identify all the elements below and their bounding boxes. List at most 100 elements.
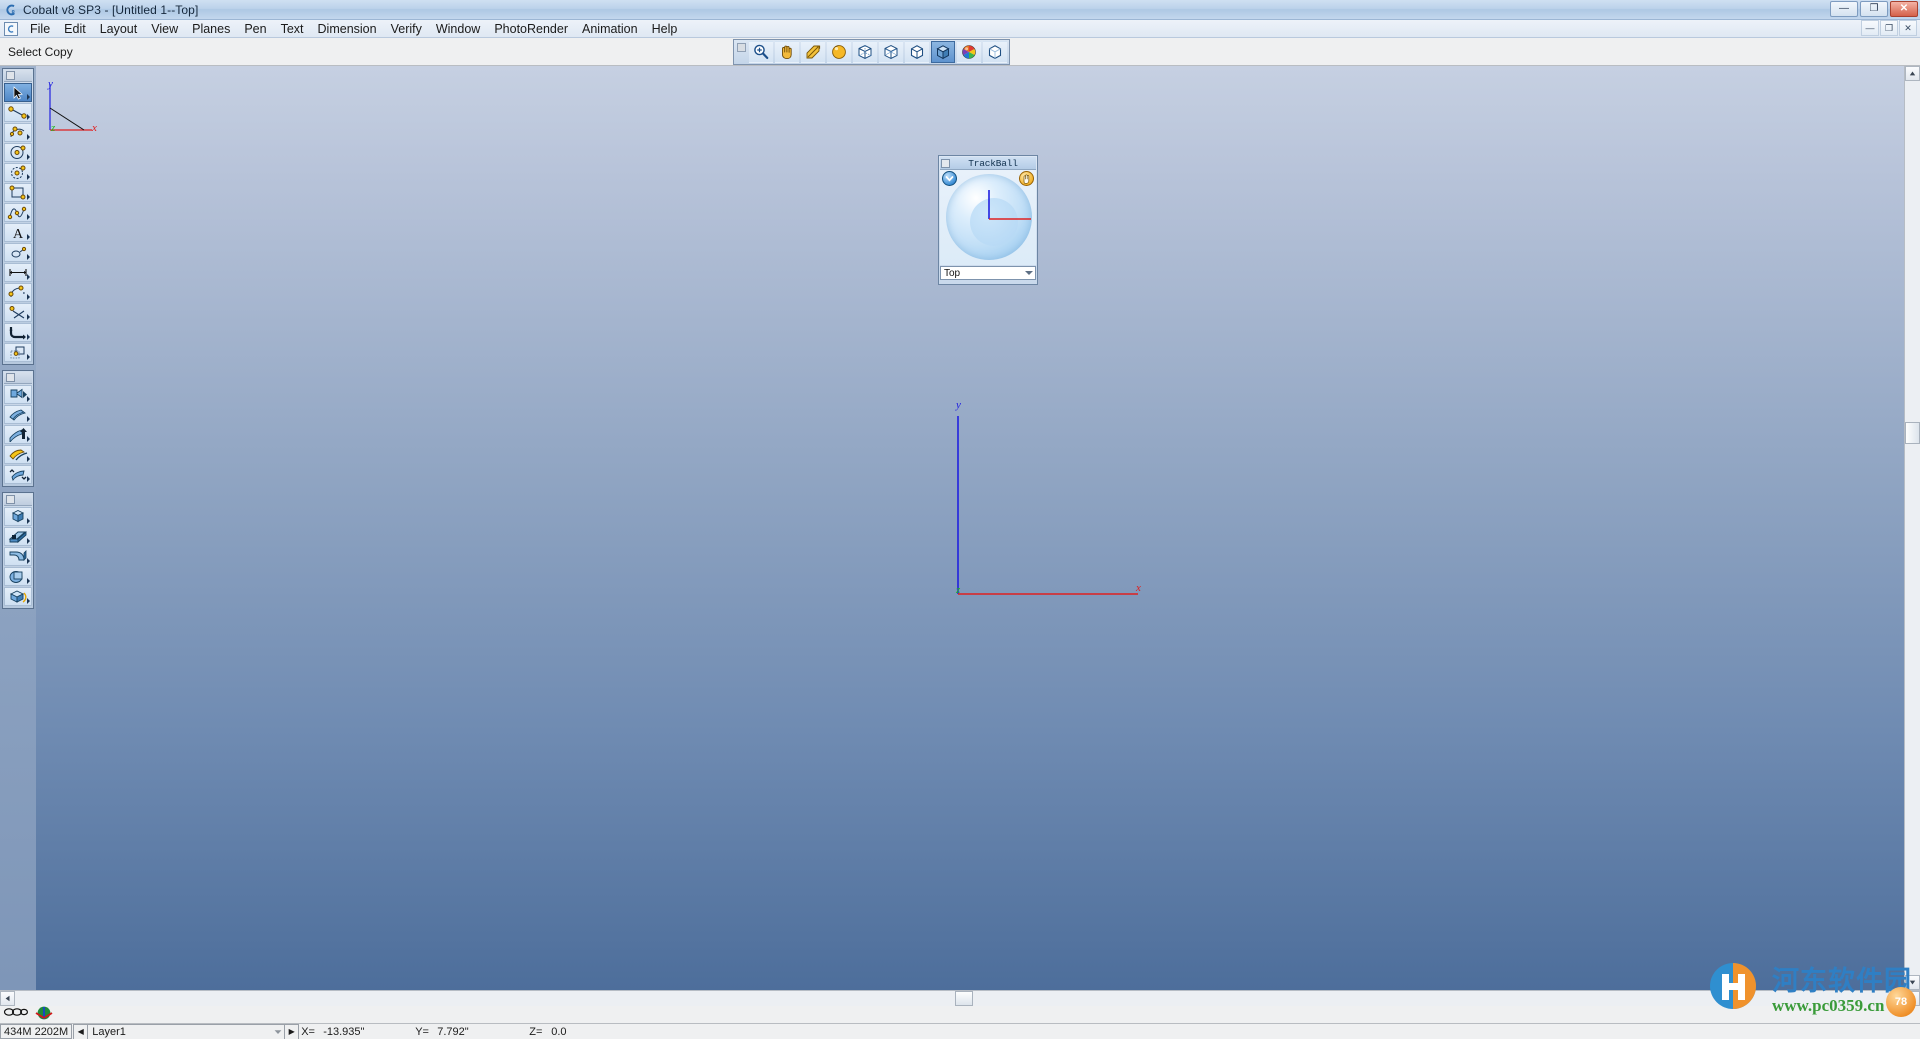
shell-solid-tool[interactable]: [4, 567, 32, 586]
select-tool[interactable]: [4, 83, 32, 102]
extrude-surface-tool[interactable]: [4, 385, 32, 404]
horizontal-scrollbar[interactable]: [0, 990, 1920, 1006]
smooth-shade-view-button[interactable]: [931, 41, 955, 63]
fillet-solid-tool[interactable]: [4, 547, 32, 566]
wireframe-view-button[interactable]: [853, 41, 877, 63]
dimension-tool[interactable]: [4, 263, 32, 282]
arrow-cursor-icon: [10, 85, 26, 100]
close-button[interactable]: ✕: [1890, 1, 1918, 17]
minimize-button[interactable]: —: [1830, 1, 1858, 17]
layer-previous-button[interactable]: ◀: [74, 1025, 88, 1039]
rectangle-tool[interactable]: [4, 183, 32, 202]
world-x-label: x: [1136, 582, 1141, 594]
restore-button[interactable]: ❐: [1860, 1, 1888, 17]
horizontal-scroll-thumb[interactable]: [955, 991, 973, 1006]
menu-item-planes[interactable]: Planes: [185, 21, 237, 37]
mdi-close-button[interactable]: ✕: [1899, 20, 1917, 36]
menu-item-pen[interactable]: Pen: [237, 21, 273, 37]
scroll-up-button[interactable]: [1905, 66, 1920, 81]
cobalt-logo-icon: 8: [3, 2, 19, 18]
circle-tool[interactable]: [4, 143, 32, 162]
copy-offset-tool[interactable]: [4, 343, 32, 362]
bend-tool[interactable]: [4, 323, 32, 342]
outline-cube-icon: [908, 43, 926, 61]
trackball-rotate-down-icon[interactable]: [942, 171, 957, 186]
trackball-body[interactable]: [940, 170, 1036, 265]
trim-tool[interactable]: [4, 303, 32, 322]
menu-item-photorender[interactable]: PhotoRender: [487, 21, 575, 37]
transparent-view-button[interactable]: [983, 41, 1007, 63]
arc-tool[interactable]: [4, 123, 32, 142]
scroll-right-button[interactable]: [1905, 991, 1920, 1006]
menu-item-help[interactable]: Help: [645, 21, 685, 37]
command-bar: Select Copy: [0, 38, 1920, 66]
menu-item-text[interactable]: Text: [274, 21, 311, 37]
solid-cube-icon: [934, 43, 952, 61]
drawing-canvas[interactable]: y x z y x z: [36, 66, 1904, 990]
solid-palette-grip[interactable]: [4, 494, 32, 506]
color-render-button[interactable]: [957, 41, 981, 63]
cover-surface-tool[interactable]: [4, 445, 32, 464]
menu-item-verify[interactable]: Verify: [384, 21, 429, 37]
vertical-scroll-track[interactable]: [1905, 81, 1920, 975]
trackball-window[interactable]: TrackBall: [938, 155, 1038, 285]
window-title: Cobalt v8 SP3 - [Untitled 1--Top]: [23, 3, 198, 17]
memory-indicator: 434M 2202M: [0, 1024, 72, 1039]
scroll-left-button[interactable]: [0, 991, 15, 1006]
skin-surface-tool[interactable]: [4, 405, 32, 424]
trackball-hand-rotate-icon[interactable]: [1019, 171, 1034, 186]
draw-palette-grip[interactable]: [4, 70, 32, 82]
point-tool[interactable]: [4, 243, 32, 262]
scroll-down-button[interactable]: [1905, 975, 1920, 990]
trackball-view-select[interactable]: Top: [940, 266, 1036, 280]
shaded-view-button[interactable]: [905, 41, 929, 63]
menu-item-window[interactable]: Window: [429, 21, 487, 37]
window-controls: — ❐ ✕: [1830, 1, 1918, 17]
box-solid-tool[interactable]: [4, 507, 32, 526]
left-tool-rail: A: [0, 66, 36, 990]
zoom-window-button[interactable]: [801, 41, 825, 63]
layer-combo[interactable]: Layer1: [88, 1025, 284, 1039]
spline-tool[interactable]: [4, 203, 32, 222]
svg-text:8: 8: [12, 10, 16, 16]
layer-value: Layer1: [92, 1026, 126, 1038]
pan-tool-button[interactable]: [775, 41, 799, 63]
coordinate-axes-icon[interactable]: [33, 1005, 55, 1025]
document-control-icon[interactable]: [4, 22, 18, 36]
menu-item-layout[interactable]: Layout: [93, 21, 145, 37]
sweep-surface-tool[interactable]: [4, 425, 32, 444]
revolve-surface-tool[interactable]: [4, 465, 32, 484]
render-shaded-button[interactable]: [827, 41, 851, 63]
ellipse-tool[interactable]: [4, 163, 32, 182]
coordinate-z-label: Z=: [529, 1026, 551, 1038]
trackball-close-box[interactable]: [941, 159, 950, 168]
text-tool[interactable]: A: [4, 223, 32, 242]
vertical-scroll-thumb[interactable]: [1905, 422, 1920, 444]
snap-chain-icon[interactable]: [3, 1005, 29, 1024]
menu-item-animation[interactable]: Animation: [575, 21, 645, 37]
fillet-tool[interactable]: [4, 283, 32, 302]
revolve-solid-tool[interactable]: [4, 587, 32, 606]
horizontal-scroll-track[interactable]: [15, 991, 1905, 1006]
title-bar: 8 Cobalt v8 SP3 - [Untitled 1--Top] — ❐ …: [0, 0, 1920, 20]
extruded-bar-icon: [7, 529, 29, 544]
revolve-solid-icon: [7, 589, 29, 604]
menu-item-view[interactable]: View: [144, 21, 185, 37]
menu-item-file[interactable]: File: [23, 21, 57, 37]
ellipse-icon: [7, 165, 29, 180]
hidden-line-view-button[interactable]: [879, 41, 903, 63]
layer-next-button[interactable]: ▶: [284, 1025, 298, 1039]
layer-chevron-down-icon[interactable]: [274, 1026, 282, 1038]
toolbar-grip[interactable]: [735, 41, 748, 63]
vertical-scrollbar[interactable]: [1904, 66, 1920, 990]
trackball-view-value: Top: [944, 268, 960, 279]
chevron-down-icon[interactable]: [1025, 271, 1033, 275]
menu-item-dimension[interactable]: Dimension: [311, 21, 384, 37]
mdi-minimize-button[interactable]: —: [1861, 20, 1879, 36]
menu-item-edit[interactable]: Edit: [57, 21, 93, 37]
extrude-solid-tool[interactable]: [4, 527, 32, 546]
mdi-restore-button[interactable]: ❐: [1880, 20, 1898, 36]
surface-palette-grip[interactable]: [4, 372, 32, 384]
zoom-tool-button[interactable]: [749, 41, 773, 63]
line-tool[interactable]: [4, 103, 32, 122]
